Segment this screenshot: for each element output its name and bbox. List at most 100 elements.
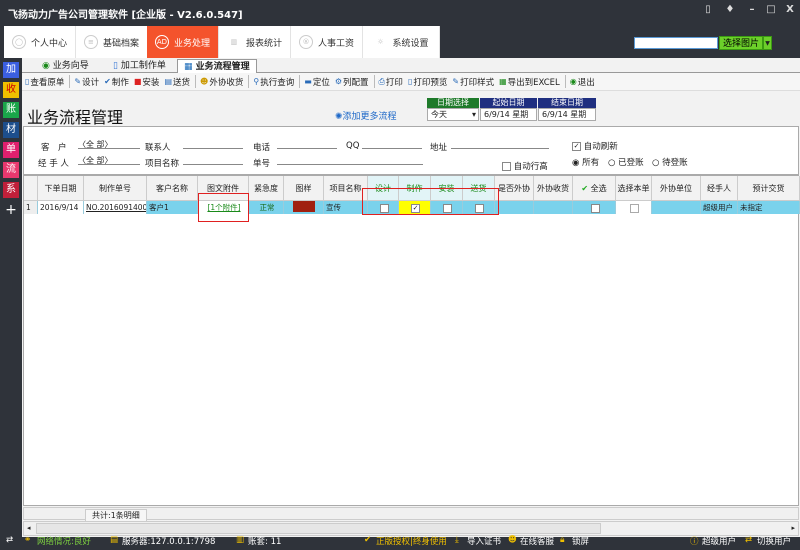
phone-label: 电话 bbox=[253, 143, 271, 153]
sidebar-order[interactable]: 单 bbox=[3, 142, 19, 158]
sidebar-add[interactable]: 加 bbox=[3, 62, 19, 78]
qq-field[interactable] bbox=[362, 139, 422, 149]
shirt-icon[interactable]: ♦ bbox=[722, 4, 738, 15]
start-date-picker[interactable]: 6/9/14 星期 bbox=[480, 108, 537, 121]
end-date-picker[interactable]: 6/9/14 星期 bbox=[538, 108, 596, 121]
cell-outsource-received[interactable] bbox=[534, 201, 573, 214]
cell-vendor[interactable] bbox=[652, 201, 701, 214]
column-config-button[interactable]: ⚙ 列配置 bbox=[335, 76, 369, 88]
cell-urgency[interactable]: 正常 bbox=[249, 201, 284, 214]
subtab-flow[interactable]: ▦ 业务流程管理 bbox=[177, 59, 257, 74]
view-order-button[interactable]: ▯ 查看原单 bbox=[25, 76, 64, 88]
trash-icon[interactable]: ▯ bbox=[700, 4, 716, 15]
col-sample[interactable]: 图样 bbox=[284, 176, 324, 201]
value: 6/9/14 星期 bbox=[484, 110, 529, 119]
gear-icon: ✺ bbox=[335, 112, 343, 122]
sidebar-more[interactable]: + bbox=[3, 202, 19, 218]
scroll-left-icon[interactable]: ◂ bbox=[27, 524, 31, 532]
cell-order-no[interactable]: NO.201609140001 bbox=[84, 201, 147, 214]
add-flow-link[interactable]: ✺添加更多流程 bbox=[335, 109, 397, 122]
project-field[interactable] bbox=[183, 155, 243, 165]
scroll-right-icon[interactable]: ▸ bbox=[791, 524, 795, 532]
nav-tab-reports[interactable]: ▥ 报表统计 bbox=[219, 26, 291, 58]
col-outsource-received[interactable]: 外协收货 bbox=[534, 176, 573, 201]
select-all-checkbox[interactable] bbox=[573, 201, 616, 214]
make-button[interactable]: ✔ 制作 bbox=[104, 76, 129, 88]
address-field[interactable] bbox=[451, 139, 549, 149]
online-support-button[interactable]: 在线客服 bbox=[520, 535, 554, 547]
print-button[interactable]: ⎙ 打印 bbox=[379, 76, 403, 88]
col-order-no[interactable]: 制作单号 bbox=[84, 176, 147, 201]
radio-posted[interactable]: ○ 已登账 bbox=[608, 156, 644, 168]
cell-sample[interactable] bbox=[284, 201, 324, 214]
sidebar-account[interactable]: 账 bbox=[3, 102, 19, 118]
select-image-dropdown[interactable]: ▼ bbox=[763, 36, 772, 50]
install-button[interactable]: ■ 安装 bbox=[134, 76, 160, 88]
add-flow-label: 添加更多流程 bbox=[342, 112, 397, 122]
col-outsourced[interactable]: 是否外协 bbox=[495, 176, 534, 201]
config-icon: ⚙ bbox=[334, 77, 342, 86]
auto-row-height-checkbox[interactable]: 自动行高 bbox=[502, 160, 548, 172]
col-vendor[interactable]: 外协单位 bbox=[652, 176, 701, 201]
cell-handler[interactable]: 超级用户 bbox=[701, 201, 738, 214]
check-icon: ✔ bbox=[581, 184, 589, 193]
minimize-icon[interactable]: – bbox=[744, 4, 760, 15]
nav-tab-personal[interactable]: ◯ 个人中心 bbox=[4, 26, 76, 58]
sidebar-material[interactable]: 材 bbox=[3, 122, 19, 138]
sidebar-flow[interactable]: 流 bbox=[3, 162, 19, 178]
project-label: 项目名称 bbox=[145, 159, 180, 169]
sidebar-system[interactable]: 系 bbox=[3, 182, 19, 198]
auto-refresh-checkbox[interactable]: ✓ 自动刷新 bbox=[572, 140, 618, 152]
exit-button[interactable]: ◉ 退出 bbox=[570, 76, 595, 88]
install-icon: ■ bbox=[133, 77, 142, 86]
outsource-receive-button[interactable]: ☻ 外协收货 bbox=[200, 76, 243, 88]
cell-outsourced[interactable] bbox=[495, 201, 534, 214]
subtab-guide[interactable]: ◉ 业务向导 bbox=[36, 59, 95, 73]
user-icon: ⓘ bbox=[690, 537, 699, 547]
col-select-all[interactable]: ✔ 全选 bbox=[573, 176, 616, 201]
order-no-field[interactable] bbox=[277, 155, 423, 165]
phone-field[interactable] bbox=[277, 139, 337, 149]
col-date[interactable]: 下单日期 bbox=[38, 176, 84, 201]
cell-date[interactable]: 2016/9/14 bbox=[38, 201, 84, 214]
sample-thumbnail[interactable] bbox=[293, 201, 315, 212]
nav-tab-business[interactable]: AD 业务处理 bbox=[147, 26, 219, 58]
handler-field[interactable]: 〈全 部〉 bbox=[78, 155, 140, 165]
col-customer[interactable]: 客户名称 bbox=[147, 176, 198, 201]
cell-delivery[interactable]: 未指定 bbox=[738, 201, 800, 214]
deliver-button[interactable]: ▤ 送货 bbox=[164, 76, 190, 88]
col-delivery[interactable]: 预计交货 bbox=[738, 176, 800, 201]
image-search-input[interactable] bbox=[634, 37, 718, 49]
import-cert-button[interactable]: 导入证书 bbox=[467, 535, 501, 547]
nav-tab-hr[interactable]: ® 人事工资 bbox=[291, 26, 363, 58]
switch-user-button[interactable]: 切换用户 bbox=[757, 535, 791, 547]
status-bar: ⇄ ⚭ 网络情况:良好 ▤ 服务器:127.0.0.1:7798 ▥ 账套: 1… bbox=[0, 532, 800, 550]
select-order-checkbox[interactable] bbox=[616, 201, 652, 214]
print-style-button[interactable]: ✎ 打印样式 bbox=[452, 76, 494, 88]
cell-customer[interactable]: 客户1 bbox=[147, 201, 198, 214]
maximize-icon[interactable]: □ bbox=[763, 4, 779, 15]
radio-pending[interactable]: ○ 待登账 bbox=[652, 156, 688, 168]
col-urgency[interactable]: 紧急度 bbox=[249, 176, 284, 201]
radio-all[interactable]: ◉ 所有 bbox=[572, 156, 599, 168]
date-range-select[interactable]: 今天 ▾ bbox=[427, 108, 479, 121]
col-handler[interactable]: 经手人 bbox=[701, 176, 738, 201]
locate-button[interactable]: ▬ 定位 bbox=[304, 76, 330, 88]
swap-icon[interactable]: ⇄ bbox=[6, 535, 13, 545]
lock-screen-button[interactable]: 锁屏 bbox=[572, 535, 589, 547]
nav-tab-settings[interactable]: ☼ 系统设置 bbox=[363, 26, 440, 58]
document-icon: ▯ bbox=[113, 61, 121, 71]
close-icon[interactable]: X bbox=[782, 4, 798, 15]
sidebar-receipt[interactable]: 收 bbox=[3, 82, 19, 98]
design-button[interactable]: ✎ 设计 bbox=[74, 76, 99, 88]
export-excel-button[interactable]: ▦ 导出到EXCEL bbox=[499, 76, 560, 88]
contact-field[interactable] bbox=[183, 139, 243, 149]
customer-field[interactable]: 〈全 部〉 bbox=[78, 139, 140, 149]
col-select-order[interactable]: 选择本单 bbox=[616, 176, 652, 201]
query-button[interactable]: ⚲ 执行查询 bbox=[253, 76, 294, 88]
style-icon: ✎ bbox=[452, 77, 460, 86]
select-image-button[interactable]: 选择图片 bbox=[719, 36, 763, 50]
subtab-order[interactable]: ▯ 加工制作单 bbox=[107, 59, 172, 73]
print-preview-button[interactable]: ▯ 打印预览 bbox=[408, 76, 447, 88]
nav-tab-archive[interactable]: ≡ 基础档案 bbox=[76, 26, 148, 58]
